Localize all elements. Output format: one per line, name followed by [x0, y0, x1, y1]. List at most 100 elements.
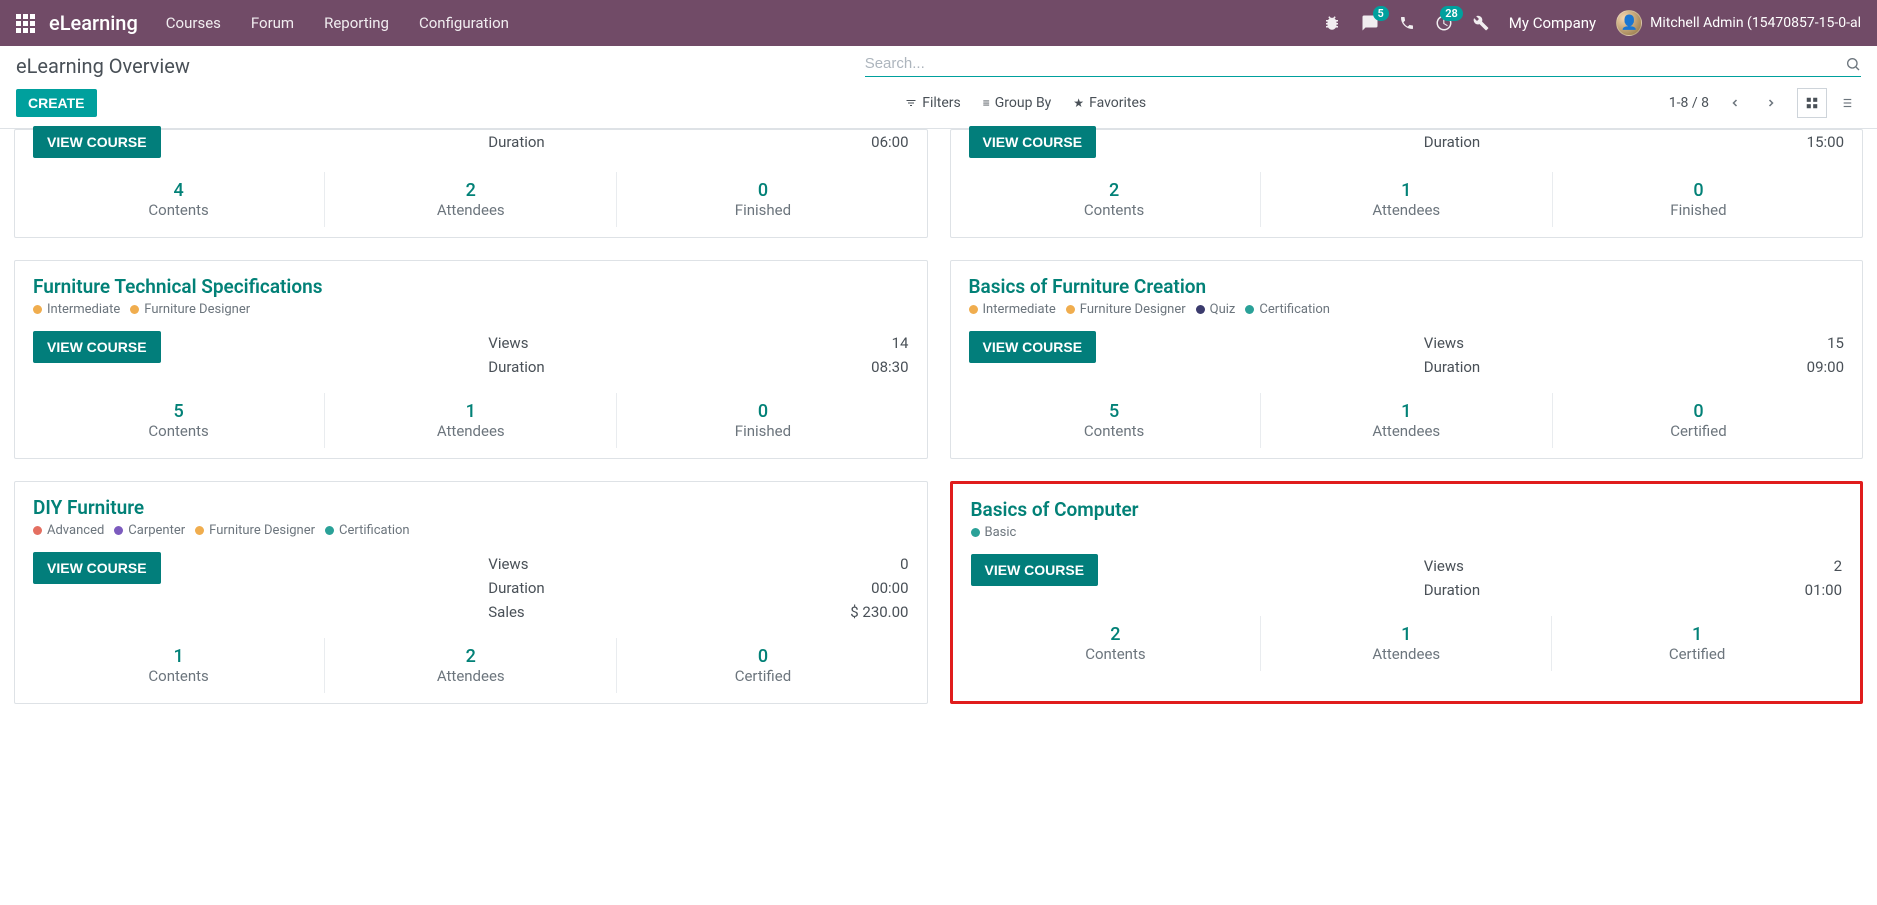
- groupby-button[interactable]: ≡ Group By: [983, 95, 1052, 111]
- bottom-stat-number: 1: [1261, 180, 1552, 201]
- stat-label-views: Views: [488, 552, 528, 576]
- tag-dot-icon: [971, 528, 980, 537]
- course-card[interactable]: VIEW COURSE Duration06:00 4 Contents 2 A…: [14, 129, 928, 238]
- view-course-button[interactable]: VIEW COURSE: [971, 554, 1099, 586]
- tag: Advanced: [33, 523, 104, 538]
- nav-item-reporting[interactable]: Reporting: [324, 14, 389, 32]
- bottom-stat[interactable]: 2 Attendees: [324, 638, 616, 693]
- nav-item-forum[interactable]: Forum: [251, 14, 294, 32]
- user-name: Mitchell Admin (15470857-15-0-al: [1650, 15, 1861, 31]
- bottom-stat[interactable]: 0 Certified: [1552, 393, 1844, 448]
- tag-dot-icon: [130, 305, 139, 314]
- bottom-stat-number: 4: [33, 180, 324, 201]
- bottom-stat[interactable]: 5 Contents: [969, 393, 1260, 448]
- list-view-button[interactable]: [1831, 88, 1861, 118]
- pager-next-button[interactable]: [1761, 92, 1781, 114]
- breadcrumb: eLearning Overview: [16, 54, 190, 78]
- list-icon: ≡: [983, 96, 990, 110]
- stat-value-duration: 06:00: [871, 130, 908, 154]
- stat-label-sales: Sales: [488, 600, 524, 624]
- bottom-stat-label: Contents: [971, 645, 1261, 663]
- view-course-button[interactable]: VIEW COURSE: [33, 552, 161, 584]
- tag-dot-icon: [1066, 305, 1075, 314]
- bottom-stat[interactable]: 1 Attendees: [1260, 393, 1552, 448]
- tag-label: Basic: [985, 525, 1017, 540]
- course-title[interactable]: Basics of Furniture Creation: [969, 275, 1845, 298]
- bottom-stat-label: Certified: [1552, 645, 1842, 663]
- tag: Furniture Designer: [130, 302, 250, 317]
- bottom-stat-label: Contents: [969, 422, 1260, 440]
- bottom-stats: 2 Contents 1 Attendees 0 Finished: [969, 172, 1845, 227]
- filters-label: Filters: [922, 95, 961, 111]
- view-course-button[interactable]: VIEW COURSE: [33, 126, 161, 158]
- bottom-stat-number: 5: [969, 401, 1260, 422]
- course-card[interactable]: Furniture Technical SpecificationsInterm…: [14, 260, 928, 459]
- company-selector[interactable]: My Company: [1509, 14, 1596, 32]
- bottom-stat[interactable]: 1 Contents: [33, 638, 324, 693]
- bottom-stat[interactable]: 5 Contents: [33, 393, 324, 448]
- bottom-stat-label: Attendees: [325, 201, 616, 219]
- stat-value-duration: 08:30: [871, 355, 908, 379]
- course-card[interactable]: VIEW COURSE Duration15:00 2 Contents 1 A…: [950, 129, 1864, 238]
- bottom-stat[interactable]: 1 Certified: [1551, 616, 1842, 671]
- view-course-button[interactable]: VIEW COURSE: [33, 331, 161, 363]
- bottom-stat[interactable]: 0 Finished: [616, 393, 908, 448]
- bottom-stat-number: 0: [617, 401, 908, 422]
- course-title[interactable]: DIY Furniture: [33, 496, 909, 519]
- kanban-view-button[interactable]: [1797, 88, 1827, 118]
- search-icon[interactable]: [1845, 56, 1861, 72]
- bottom-stat-number: 0: [617, 646, 908, 667]
- pager-prev-button[interactable]: [1725, 92, 1745, 114]
- course-card[interactable]: Basics of Furniture CreationIntermediate…: [950, 260, 1864, 459]
- view-course-button[interactable]: VIEW COURSE: [969, 126, 1097, 158]
- course-card[interactable]: Basics of ComputerBasic VIEW COURSE View…: [950, 481, 1864, 704]
- course-tags: AdvancedCarpenterFurniture DesignerCerti…: [33, 523, 909, 538]
- phone-icon[interactable]: [1399, 15, 1415, 31]
- pager-text[interactable]: 1-8 / 8: [1669, 95, 1709, 111]
- create-button[interactable]: CREATE: [16, 89, 97, 117]
- tag-label: Certification: [339, 523, 410, 538]
- course-card[interactable]: DIY Furniture AdvancedCarpenterFurniture …: [14, 481, 928, 704]
- stat-value-duration: 00:00: [871, 576, 908, 600]
- tag-dot-icon: [114, 526, 123, 535]
- tag: Furniture Designer: [1066, 302, 1186, 317]
- bottom-stat[interactable]: 1 Attendees: [1260, 172, 1552, 227]
- bottom-stat[interactable]: 1 Attendees: [1260, 616, 1551, 671]
- tag-dot-icon: [1245, 305, 1254, 314]
- messaging-icon[interactable]: 5: [1361, 14, 1379, 32]
- debug-icon[interactable]: [1323, 14, 1341, 32]
- app-brand[interactable]: eLearning: [49, 11, 138, 35]
- search-input[interactable]: [865, 55, 1845, 72]
- tag-label: Furniture Designer: [209, 523, 315, 538]
- nav-item-courses[interactable]: Courses: [166, 14, 221, 32]
- bottom-stat-label: Attendees: [1261, 422, 1552, 440]
- bottom-stat[interactable]: 2 Attendees: [324, 172, 616, 227]
- apps-menu-icon[interactable]: [16, 14, 35, 33]
- bottom-stat-number: 1: [33, 646, 324, 667]
- funnel-icon: [905, 97, 917, 109]
- bottom-stat[interactable]: 4 Contents: [33, 172, 324, 227]
- search-bar[interactable]: [865, 55, 1861, 77]
- course-title[interactable]: Basics of Computer: [971, 498, 1843, 521]
- tools-icon[interactable]: [1473, 15, 1489, 31]
- nav-item-configuration[interactable]: Configuration: [419, 14, 509, 32]
- bottom-stat-label: Attendees: [1261, 645, 1551, 663]
- stat-label-duration: Duration: [1424, 355, 1480, 379]
- favorites-button[interactable]: ★ Favorites: [1073, 95, 1146, 111]
- filter-bar: Filters ≡ Group By ★ Favorites: [905, 95, 1146, 111]
- bottom-stat[interactable]: 0 Finished: [616, 172, 908, 227]
- stat-label-views: Views: [488, 331, 528, 355]
- activities-icon[interactable]: 28: [1435, 14, 1453, 32]
- view-course-button[interactable]: VIEW COURSE: [969, 331, 1097, 363]
- bottom-stat[interactable]: 1 Attendees: [324, 393, 616, 448]
- bottom-stat-label: Finished: [1553, 201, 1844, 219]
- bottom-stat[interactable]: 0 Finished: [1552, 172, 1844, 227]
- bottom-stat-label: Certified: [617, 667, 908, 685]
- filters-button[interactable]: Filters: [905, 95, 961, 111]
- user-menu[interactable]: 👤 Mitchell Admin (15470857-15-0-al: [1616, 10, 1861, 36]
- course-title[interactable]: Furniture Technical Specifications: [33, 275, 909, 298]
- bottom-stat-label: Contents: [33, 667, 324, 685]
- bottom-stat[interactable]: 2 Contents: [971, 616, 1261, 671]
- bottom-stat[interactable]: 2 Contents: [969, 172, 1260, 227]
- bottom-stat[interactable]: 0 Certified: [616, 638, 908, 693]
